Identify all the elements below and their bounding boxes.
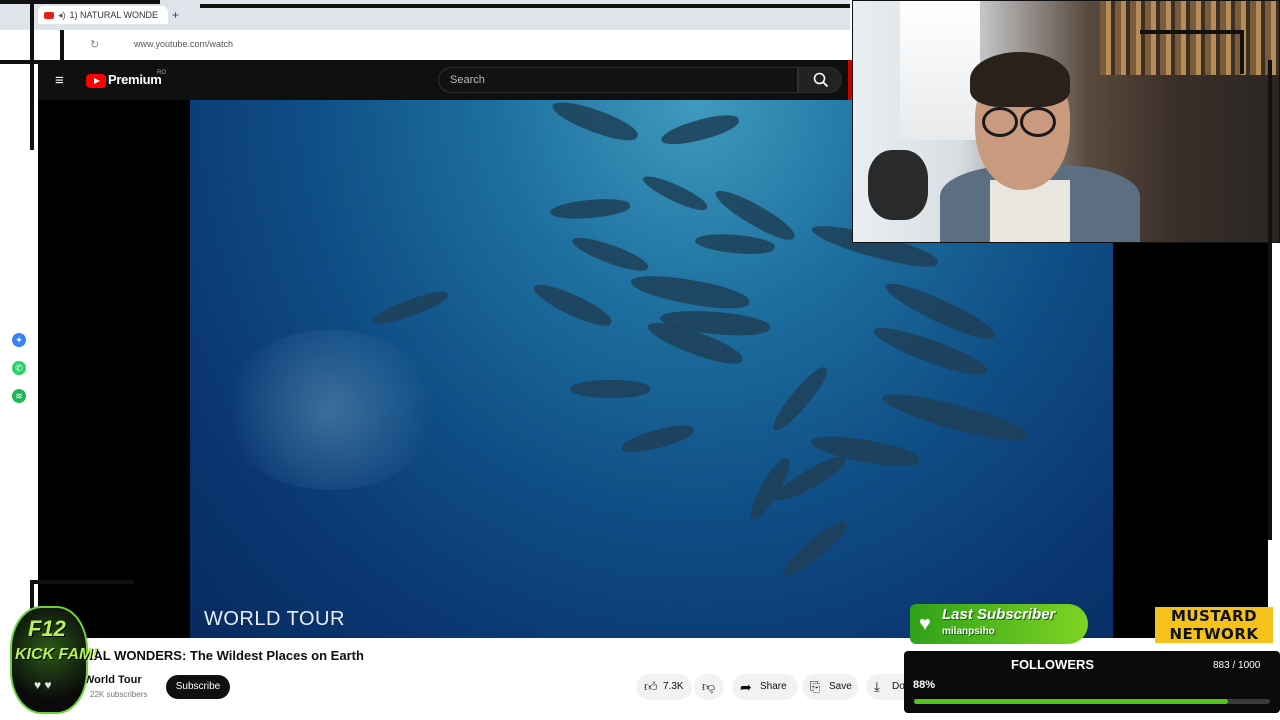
overlay-frame-line xyxy=(0,0,160,4)
share-button[interactable]: ➦ Share xyxy=(732,674,798,700)
thumbs-up-icon: 👍︎ xyxy=(644,679,658,694)
overlay-frame-line xyxy=(1140,30,1244,74)
sea-lion xyxy=(778,516,852,582)
sea-lion xyxy=(569,231,651,277)
search-input[interactable]: Search xyxy=(438,67,798,93)
video-overlay-text: WORLD TOUR xyxy=(204,608,345,630)
followers-count: 883 / 1000 xyxy=(1213,660,1261,671)
save-button[interactable]: ⎘ Save xyxy=(802,674,858,700)
like-count: 7.3K xyxy=(663,681,684,692)
reload-icon[interactable]: ↻ xyxy=(90,38,99,51)
followers-percent: 88% xyxy=(913,679,936,691)
whatsapp-icon[interactable]: ✆ xyxy=(12,361,26,375)
overlay-frame-line xyxy=(200,4,850,8)
new-tab-button[interactable]: + xyxy=(172,8,179,22)
address-bar xyxy=(0,30,850,61)
youtube-logo-icon[interactable] xyxy=(86,74,106,88)
share-label: Share xyxy=(760,681,787,692)
download-label: Do xyxy=(892,681,905,692)
subscribe-button[interactable]: Subscribe xyxy=(166,675,230,699)
last-subscriber-name: milanpsiho xyxy=(942,626,995,637)
url-text[interactable]: www.youtube.com/watch xyxy=(134,39,233,49)
sea-lion xyxy=(639,170,711,216)
subscriber-count: 22K subscribers xyxy=(90,690,148,699)
badge-hearts-icon: ♥ ♥ xyxy=(34,678,52,692)
download-icon: ⤓ xyxy=(874,679,880,694)
spotify-icon[interactable]: ≋ xyxy=(12,389,26,403)
sea-lion xyxy=(529,277,616,333)
sea-lion xyxy=(879,385,1031,449)
share-icon: ➦ xyxy=(740,679,752,695)
speaker-icon[interactable]: ◂) xyxy=(58,10,66,20)
save-label: Save xyxy=(829,681,852,692)
thumbs-down-icon: 👎︎ xyxy=(702,679,716,694)
player-side-panel xyxy=(1113,240,1268,638)
sea-lion xyxy=(548,95,642,147)
brand-line-1: MUSTARD xyxy=(1170,607,1258,625)
sea-lion xyxy=(767,362,833,436)
tab-title: 1) NATURAL WONDE xyxy=(69,10,159,20)
sea-lion xyxy=(570,380,650,398)
sea-lion xyxy=(694,231,776,257)
menu-icon[interactable]: ≡ xyxy=(55,72,64,89)
sea-lion xyxy=(369,286,451,330)
messenger-icon[interactable]: ✦ xyxy=(12,333,26,347)
overlay-frame-line xyxy=(30,0,34,150)
like-button[interactable]: 👍︎ 7.3K xyxy=(636,674,692,700)
youtube-logo-text[interactable]: Premium xyxy=(108,72,162,87)
search-button[interactable] xyxy=(798,67,842,93)
region-code: RO xyxy=(157,70,166,76)
mustard-network-logo: MUSTARD NETWORK xyxy=(1155,607,1273,643)
overlay-frame-line xyxy=(1268,60,1272,540)
sea-lion xyxy=(628,269,752,315)
brand-line-2: NETWORK xyxy=(1169,625,1259,643)
badge-line-1: F12 xyxy=(28,616,66,641)
youtube-favicon-icon xyxy=(44,12,54,20)
heart-icon: ♥ xyxy=(919,613,931,635)
fish-school xyxy=(220,330,440,490)
dislike-button[interactable]: 👎︎ xyxy=(694,674,724,700)
followers-label: FOLLOWERS xyxy=(1011,657,1095,672)
sea-lion xyxy=(549,196,631,222)
browser-tab[interactable]: ◂) 1) NATURAL WONDE xyxy=(38,6,168,24)
search-icon xyxy=(813,72,829,88)
bookmark-icon: ⎘ xyxy=(810,679,821,694)
last-subscriber-label: Last Subscriber xyxy=(942,606,1056,623)
badge-line-2: KICK FAM! xyxy=(15,646,98,663)
sea-lion xyxy=(658,109,742,151)
sea-lion xyxy=(618,420,697,458)
followers-progress-fill xyxy=(914,699,1228,704)
